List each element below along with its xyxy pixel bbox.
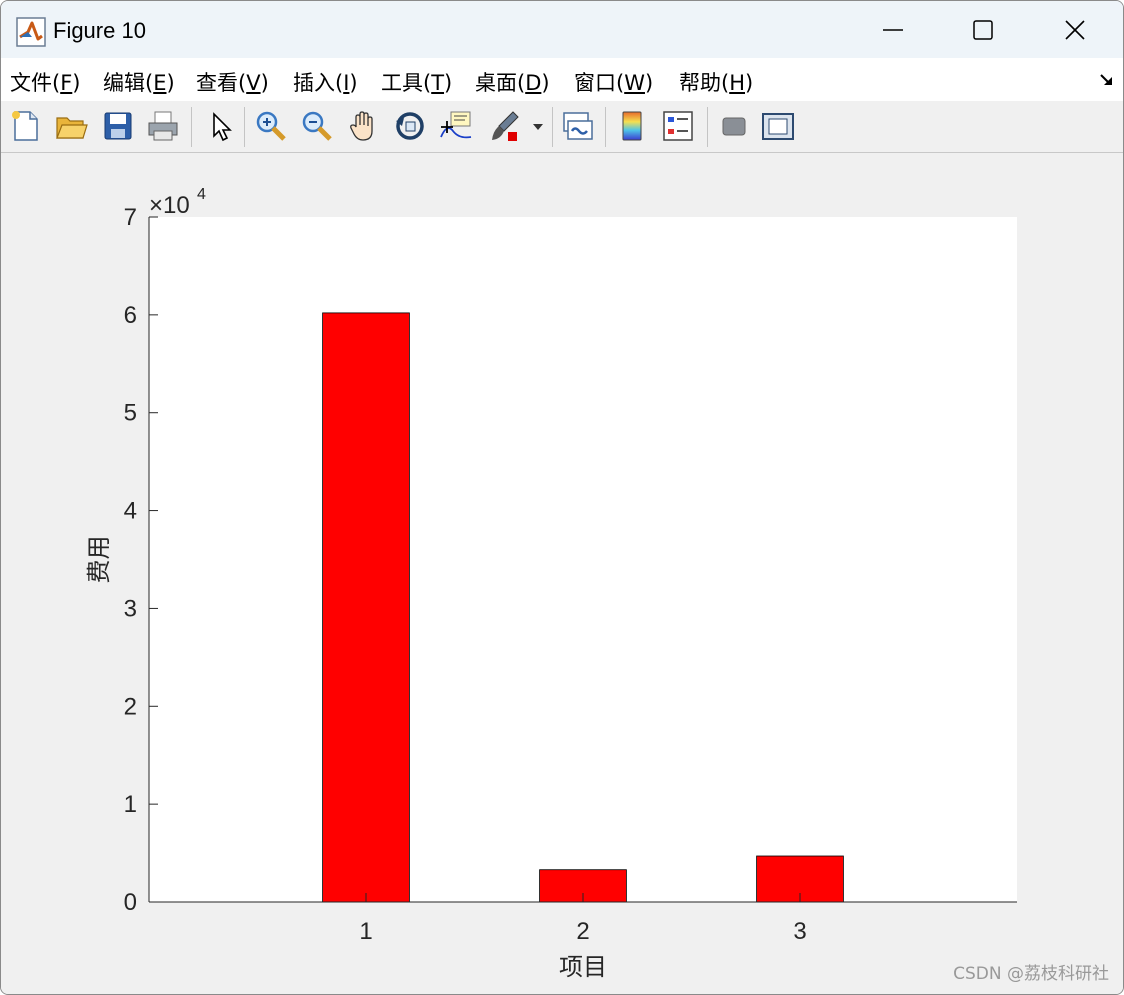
y-axis-label: 费用 [85,536,113,584]
menu-help[interactable]: 帮助(H) [679,67,753,97]
y-tick-label: 7 [124,204,137,231]
zoom-out-icon[interactable] [300,109,334,143]
y-tick-label: 1 [124,791,137,818]
figure-window: Figure 10 文件(F) 编辑(E) 查看(V) 插入(I) 工具(T) … [0,0,1124,995]
menu-tools[interactable]: 工具(T) [381,67,452,97]
y-tick-label: 4 [124,498,137,525]
pointer-icon[interactable] [203,109,237,143]
save-icon[interactable] [101,109,135,143]
show-plot-tools-icon[interactable] [761,109,795,143]
open-file-icon[interactable] [54,109,88,143]
menu-insert[interactable]: 插入(I) [293,67,358,97]
data-cursor-icon[interactable] [439,109,473,143]
y-tick-label: 0 [124,889,137,916]
figure-canvas: 0 1 2 3 4 5 6 7 1 2 3 ×10 4 费用 项目 CSDN @荔枝科研社 [1,153,1123,994]
figure-toolbar [1,101,1123,153]
close-button[interactable] [1045,9,1105,51]
toolbar-separator [244,107,245,147]
x-tick-label: 3 [793,918,806,945]
legend-icon[interactable] [661,109,695,143]
pan-hand-icon[interactable] [347,109,381,143]
watermark: CSDN @荔枝科研社 [953,964,1109,984]
maximize-icon [973,20,993,40]
link-plot-icon[interactable] [561,109,595,143]
new-figure-icon[interactable] [9,109,43,143]
toolbar-separator [707,107,708,147]
x-axis-label: 项目 [559,953,607,981]
minimize-button[interactable] [863,9,923,51]
menu-file[interactable]: 文件(F) [10,67,81,97]
rotate-3d-icon[interactable] [393,109,427,143]
hide-plot-tools-icon[interactable] [717,109,751,143]
toolbar-separator [552,107,553,147]
maximize-button[interactable] [953,9,1013,51]
bar-chart[interactable]: 0 1 2 3 4 5 6 7 1 2 3 ×10 4 费用 项目 [1,153,1123,994]
dock-arrow-icon[interactable] [1099,72,1115,88]
y-tick-label: 3 [124,595,137,622]
menu-edit[interactable]: 编辑(E) [103,67,175,97]
x-tick-label: 1 [359,918,372,945]
axes-background[interactable] [149,217,1017,902]
matlab-logo-icon [16,17,46,47]
zoom-in-icon[interactable] [254,109,288,143]
menu-view[interactable]: 查看(V) [196,67,269,97]
bar-1[interactable] [322,312,410,903]
y-exponent-label: ×10 [149,192,190,219]
window-title: Figure 10 [53,18,146,43]
close-icon [1065,20,1085,40]
x-tick-label: 2 [576,918,589,945]
menu-bar: 文件(F) 编辑(E) 查看(V) 插入(I) 工具(T) 桌面(D) 窗口(W… [1,58,1123,102]
toolbar-separator [191,107,192,147]
menu-desktop[interactable]: 桌面(D) [475,67,550,97]
brush-icon[interactable] [487,109,521,143]
colorbar-icon[interactable] [615,109,649,143]
y-tick-label: 5 [124,400,137,427]
y-tick-label: 6 [124,302,137,329]
minimize-icon [883,29,903,31]
y-exponent-power: 4 [197,186,206,203]
menu-window[interactable]: 窗口(W) [574,67,653,97]
title-bar: Figure 10 [1,1,1123,58]
y-tick-label: 2 [124,693,137,720]
print-icon[interactable] [146,109,180,143]
brush-dropdown-icon[interactable] [529,109,547,143]
toolbar-separator [605,107,606,147]
